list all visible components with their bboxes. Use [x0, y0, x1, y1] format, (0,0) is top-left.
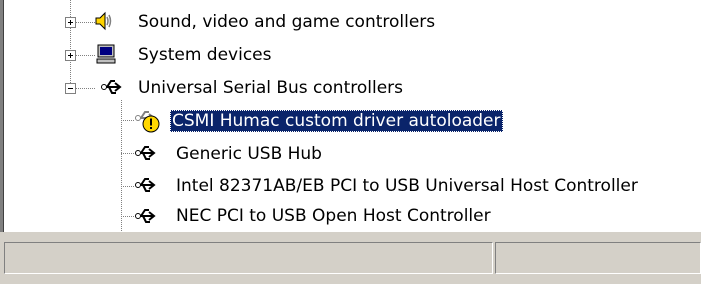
warning-icon — [142, 115, 160, 133]
tree-line-root — [70, 0, 71, 88]
status-bar — [0, 233, 701, 284]
status-pane-secondary — [495, 242, 701, 274]
device-tree[interactable]: Sound, video and game controllers System… — [0, 0, 701, 232]
computer-icon — [96, 44, 116, 64]
usb-icon — [135, 178, 156, 192]
expand-button[interactable] — [65, 17, 76, 28]
collapse-button[interactable] — [65, 83, 76, 94]
tree-item-generic-usb-hub[interactable]: Generic USB Hub — [174, 143, 324, 165]
tree-line-h — [121, 216, 135, 217]
tree-item-usb-controllers[interactable]: Universal Serial Bus controllers — [136, 77, 405, 99]
tree-item-nec-usb-host[interactable]: NEC PCI to USB Open Host Controller — [174, 205, 493, 227]
tree-line-h — [121, 120, 135, 121]
expand-button[interactable] — [65, 50, 76, 61]
status-pane-main — [4, 242, 493, 274]
tree-item-sound[interactable]: Sound, video and game controllers — [136, 11, 437, 33]
tree-line-h — [121, 153, 135, 154]
tree-item-intel-usb-host[interactable]: Intel 82371AB/EB PCI to USB Universal Ho… — [174, 175, 640, 197]
usb-icon — [101, 80, 122, 94]
tree-item-csmi-humac[interactable]: CSMI Humac custom driver autoloader — [170, 110, 503, 132]
usb-icon — [135, 146, 156, 160]
tree-left-border-inner — [3, 0, 4, 232]
sound-icon — [95, 11, 112, 31]
usb-icon — [135, 209, 156, 223]
tree-line-h — [121, 186, 135, 187]
tree-item-system-devices[interactable]: System devices — [136, 44, 274, 66]
